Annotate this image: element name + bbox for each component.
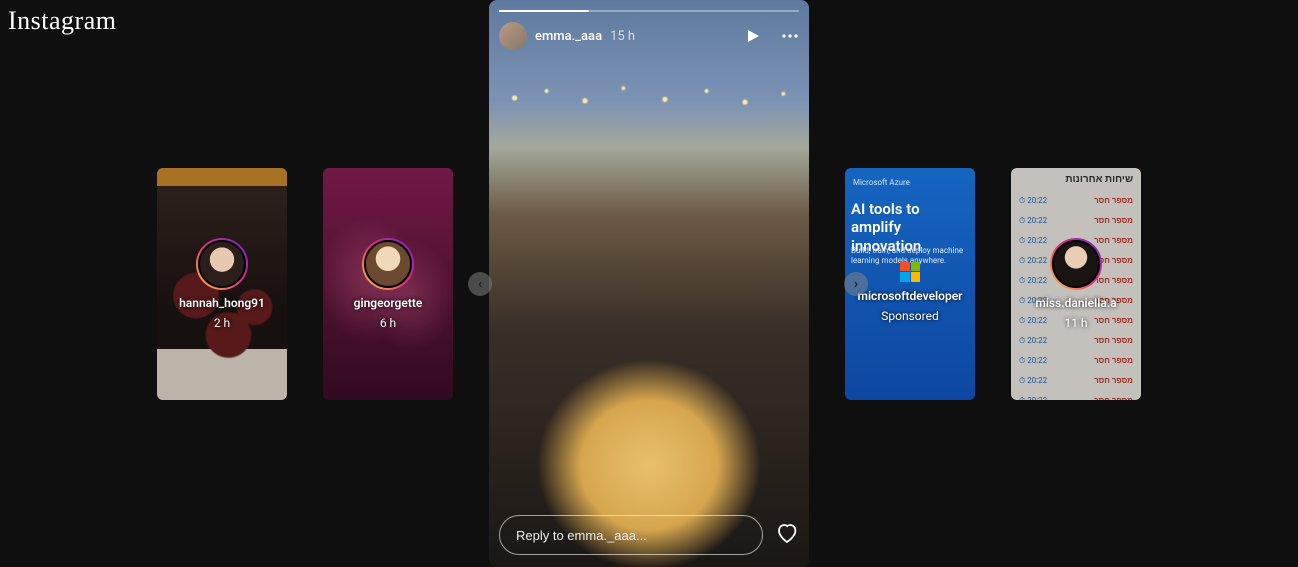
avatar xyxy=(1052,240,1100,288)
story-tile-daniella[interactable]: שיחות אחרונות ⏱ 20:22מספר חסר ⏱ 20:22מספ… xyxy=(1011,168,1141,400)
sponsor-brand: Microsoft Azure xyxy=(853,178,910,187)
more-icon[interactable] xyxy=(781,28,799,44)
avatar xyxy=(198,240,246,288)
author-username[interactable]: emma._aaa xyxy=(535,29,602,44)
sponsored-label: Sponsored xyxy=(881,309,938,323)
reply-input[interactable] xyxy=(499,515,763,555)
story-time: 2 h xyxy=(214,316,230,330)
stories-stage: hannah_hong91 2 h gingeorgette 6 h emma.… xyxy=(0,0,1298,567)
avatar xyxy=(364,240,412,288)
story-username: gingeorgette xyxy=(354,296,423,310)
story-time: 11 h xyxy=(1064,316,1087,330)
story-tile-hannah[interactable]: hannah_hong91 2 h xyxy=(157,168,287,400)
story-username: hannah_hong91 xyxy=(179,296,265,310)
prev-story-button[interactable]: ‹ xyxy=(468,272,492,296)
story-progress-track[interactable] xyxy=(499,10,799,12)
story-progress-fill xyxy=(499,10,589,12)
story-username: miss.daniella.a xyxy=(1035,296,1116,310)
story-tile-gingeorgette[interactable]: gingeorgette 6 h xyxy=(323,168,453,400)
story-timestamp: 15 h xyxy=(610,29,635,44)
story-username: microsoftdeveloper xyxy=(858,289,963,303)
story-time: 6 h xyxy=(380,316,396,330)
next-story-button[interactable]: › xyxy=(844,272,868,296)
author-avatar[interactable] xyxy=(499,22,527,50)
microsoft-logo-icon xyxy=(900,262,920,282)
play-icon[interactable] xyxy=(745,28,761,44)
like-icon[interactable] xyxy=(775,521,799,549)
active-story: emma._aaa 15 h xyxy=(489,0,809,567)
